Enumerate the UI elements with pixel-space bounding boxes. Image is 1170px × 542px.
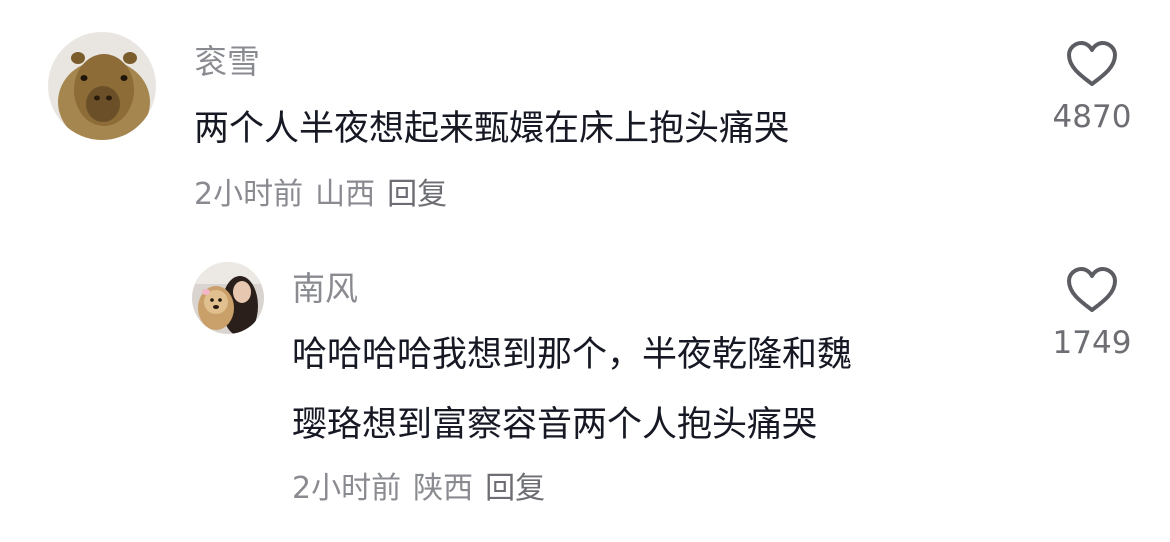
reply-button[interactable]: 回复 [485,471,545,506]
location: 山西 [315,177,376,212]
location: 陕西 [413,471,474,506]
comment-line: 哈哈哈哈我想到那个，半夜乾隆和魏 [292,335,853,375]
like-count: 4870 [1052,99,1132,135]
avatar[interactable] [48,32,156,140]
like-count: 1749 [1052,325,1132,361]
heart-icon[interactable] [1065,266,1119,314]
comment-line: 两个人半夜想起来甄嬛在床上抱头痛哭 [194,109,790,149]
timestamp: 2小时前 [292,471,402,506]
capybara-avatar-icon [48,32,156,140]
reply-button[interactable]: 回复 [387,177,447,212]
like-group: 1749 [1032,266,1152,359]
username[interactable]: 南风 [292,272,358,305]
comment-text: 两个人半夜想起来甄嬛在床上抱头痛哭 [194,94,789,164]
timestamp: 2小时前 [194,177,304,212]
comment-meta: 2小时前 山西 回复 [194,180,459,210]
dog-and-girl-avatar-icon [192,262,264,334]
avatar[interactable] [192,262,264,334]
comment-meta: 2小时前 陕西 回复 [292,474,557,504]
like-group: 4870 [1032,40,1152,133]
heart-icon[interactable] [1065,40,1119,88]
comment-line: 璎珞想到富察容音两个人抱头痛哭 [292,405,818,445]
comment-text: 哈哈哈哈我想到那个，半夜乾隆和魏 璎珞想到富察容音两个人抱头痛哭 [292,320,852,460]
username[interactable]: 衮雪 [194,45,260,78]
